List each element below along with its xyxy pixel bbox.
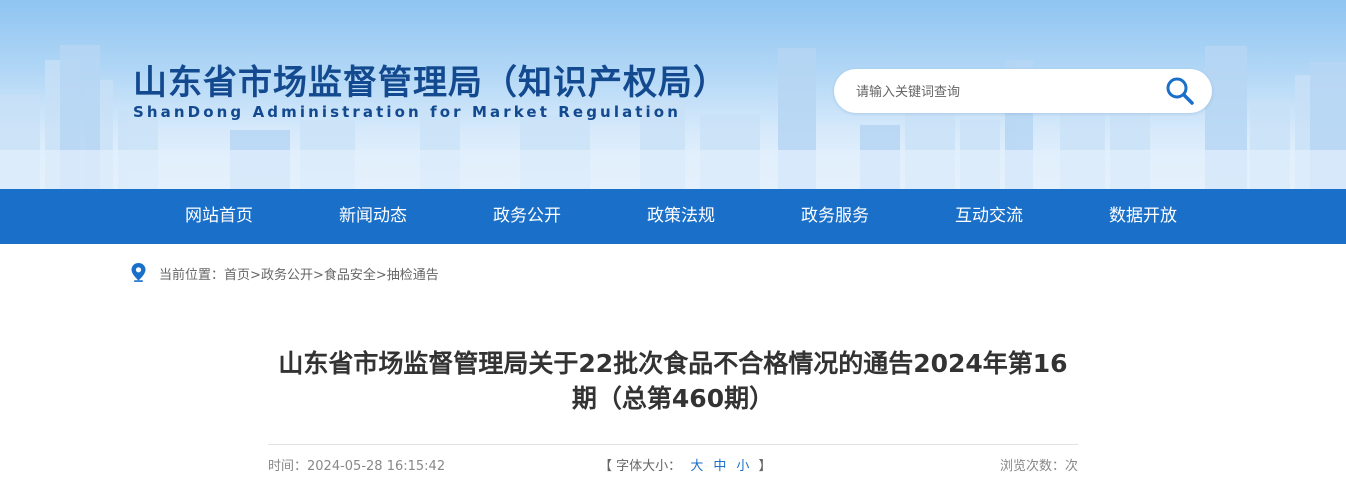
search-icon: [1166, 77, 1194, 105]
location-pin-icon: [131, 263, 146, 282]
view-count: 浏览次数：次: [1000, 455, 1078, 474]
font-size-small-button[interactable]: 小: [736, 459, 749, 474]
breadcrumb-government-affairs[interactable]: 政务公开: [261, 268, 313, 283]
view-count-label: 浏览次数：: [999, 459, 1065, 474]
view-count-suffix: 次: [1064, 459, 1078, 474]
search-box: [834, 69, 1212, 115]
site-title: 山东省市场监督管理局（知识产权局）: [133, 63, 728, 103]
article-title: 山东省市场监督管理局关于22批次食品不合格情况的通告2024年第16期（总第46…: [278, 349, 1068, 413]
title-divider: [268, 444, 1078, 445]
publish-time: 时间：2024-05-28 16:15:42: [268, 455, 445, 474]
nav-item-interaction[interactable]: 互动交流: [914, 189, 1064, 244]
breadcrumb-separator: >: [312, 268, 324, 283]
publish-time-value: 2024-05-28 16:15:42: [307, 459, 446, 474]
nav-item-home[interactable]: 网站首页: [144, 189, 294, 244]
nav-item-news[interactable]: 新闻动态: [298, 189, 448, 244]
breadcrumb-food-safety[interactable]: 食品安全: [324, 268, 376, 283]
site-subtitle: ShanDong Administration for Market Regul…: [133, 103, 681, 121]
font-size-large-button[interactable]: 大: [690, 459, 703, 474]
bracket-open: 【: [599, 459, 613, 474]
nav-item-services[interactable]: 政务服务: [760, 189, 910, 244]
bracket-close: 】: [758, 459, 772, 474]
breadcrumb-separator: >: [250, 268, 261, 283]
breadcrumb-trail: 当前位置：首页>政务公开>食品安全>抽检通告: [159, 264, 439, 283]
main-nav: 网站首页 新闻动态 政务公开 政策法规 政务服务 互动交流 数据开放: [0, 189, 1346, 244]
breadcrumb-prefix: 当前位置：: [159, 268, 225, 283]
font-size-medium-button[interactable]: 中: [713, 459, 726, 474]
nav-item-policies[interactable]: 政策法规: [606, 189, 756, 244]
breadcrumb-separator: >: [375, 268, 387, 283]
font-size-control: 【 字体大小： 大中小 】: [599, 455, 772, 474]
search-button[interactable]: [1164, 75, 1196, 107]
nav-item-government-affairs[interactable]: 政务公开: [452, 189, 602, 244]
site-header-banner: 山东省市场监督管理局（知识产权局） ShanDong Administratio…: [0, 0, 1346, 189]
breadcrumb-home[interactable]: 首页: [224, 268, 250, 283]
search-input[interactable]: [854, 69, 1158, 115]
breadcrumb-inspection-notice[interactable]: 抽检通告: [387, 268, 439, 283]
publish-time-label: 时间：: [268, 459, 308, 474]
font-size-label: 字体大小：: [616, 459, 682, 474]
nav-item-open-data[interactable]: 数据开放: [1068, 189, 1218, 244]
